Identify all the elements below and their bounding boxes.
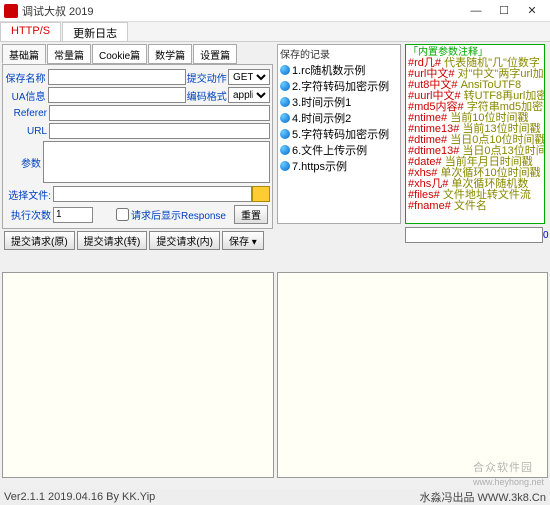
- output-pane-left[interactable]: [2, 272, 274, 478]
- annotation-box: 「内置参数注释」 #rd几# 代表随机"几"位数字 #url中文# 对"中文"两…: [405, 44, 545, 224]
- saved-item[interactable]: 4.时间示例2: [278, 110, 400, 126]
- input-filepath[interactable]: [53, 186, 252, 202]
- saved-item[interactable]: 3.时间示例1: [278, 94, 400, 110]
- browse-button[interactable]: [252, 186, 270, 202]
- subtab-cookie[interactable]: Cookie篇: [92, 44, 147, 64]
- checkbox-showresponse[interactable]: [116, 208, 129, 221]
- reset-button[interactable]: 重置: [234, 205, 268, 224]
- submit-raw-button[interactable]: 提交请求(原): [4, 231, 75, 250]
- close-button[interactable]: ✕: [518, 2, 546, 20]
- submit-encoded-button[interactable]: 提交请求(转): [77, 231, 148, 250]
- label-url: URL: [5, 126, 49, 137]
- version-label: Ver2.1.1 2019.04.16 By KK.Yip: [4, 491, 155, 503]
- select-method[interactable]: GET: [228, 69, 270, 85]
- input-ua[interactable]: [48, 87, 186, 103]
- globe-icon: [280, 113, 290, 123]
- label-ua: UA信息: [5, 88, 48, 103]
- saved-item[interactable]: 1.rc随机数示例: [278, 62, 400, 78]
- saved-item[interactable]: 7.https示例: [278, 158, 400, 174]
- window-title: 调试大叔 2019: [22, 3, 462, 19]
- input-execcount[interactable]: [53, 207, 93, 223]
- label-savename: 保存名称: [5, 70, 48, 85]
- globe-icon: [280, 129, 290, 139]
- textarea-params[interactable]: [43, 141, 270, 183]
- label-encfmt: 编码格式: [186, 88, 228, 103]
- label-showresponse: 请求后显示Response: [131, 207, 226, 222]
- output-pane-right[interactable]: [277, 272, 549, 478]
- input-savename[interactable]: [48, 69, 186, 85]
- subtab-math[interactable]: 数学篇: [148, 44, 192, 64]
- select-encoding[interactable]: appli: [228, 87, 270, 103]
- subtab-basic[interactable]: 基础篇: [2, 44, 46, 64]
- counter-input[interactable]: [405, 227, 543, 243]
- label-execcount: 执行次数: [5, 207, 53, 222]
- globe-icon: [280, 145, 290, 155]
- saved-item[interactable]: 5.字符转码加密示例: [278, 126, 400, 142]
- footer-credit: 水淼冯出品 WWW.3k8.Cn: [419, 489, 546, 505]
- label-selectfile: 选择文件:: [5, 187, 53, 202]
- label-params: 参数: [5, 155, 43, 170]
- maximize-button[interactable]: ☐: [490, 2, 518, 20]
- input-url[interactable]: [49, 123, 270, 139]
- saved-item[interactable]: 6.文件上传示例: [278, 142, 400, 158]
- saved-header: 保存的记录: [278, 45, 400, 62]
- minimize-button[interactable]: —: [462, 2, 490, 20]
- subtab-const[interactable]: 常量篇: [47, 44, 91, 64]
- label-submitaction: 提交动作: [186, 70, 228, 85]
- subtab-settings[interactable]: 设置篇: [193, 44, 237, 64]
- globe-icon: [280, 81, 290, 91]
- counter-value: 0: [543, 230, 549, 241]
- submit-inner-button[interactable]: 提交请求(内): [149, 231, 220, 250]
- save-dropdown-button[interactable]: 保存 ▾: [222, 231, 264, 250]
- tab-http[interactable]: HTTP/S: [0, 22, 61, 41]
- saved-item[interactable]: 2.字符转码加密示例: [278, 78, 400, 94]
- input-referer[interactable]: [49, 105, 270, 121]
- globe-icon: [280, 97, 290, 107]
- globe-icon: [280, 65, 290, 75]
- label-referer: Referer: [5, 108, 49, 119]
- globe-icon: [280, 161, 290, 171]
- tab-changelog[interactable]: 更新日志: [62, 22, 128, 41]
- app-icon: [4, 4, 18, 18]
